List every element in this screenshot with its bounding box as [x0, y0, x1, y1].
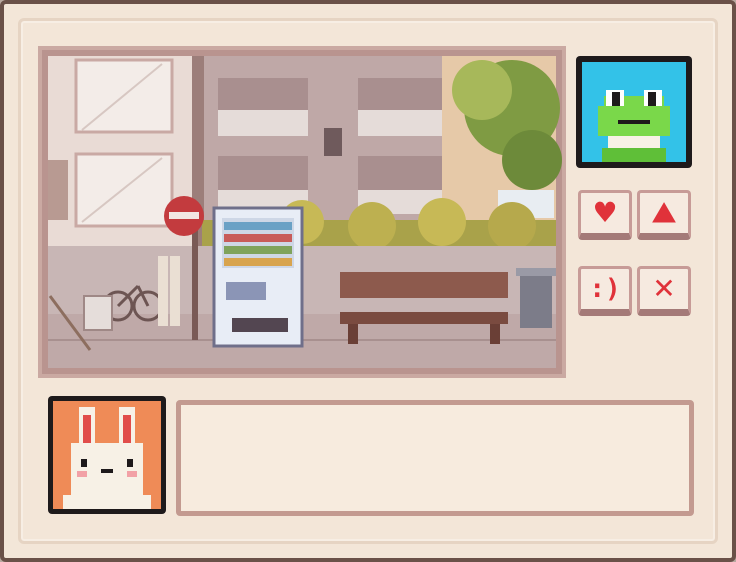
frog-face-icon: [598, 90, 670, 162]
smile-button[interactable]: :): [578, 266, 632, 316]
heart-icon: ♥: [592, 196, 618, 229]
smile-icon: :): [589, 274, 621, 304]
portrait-screen: [582, 62, 686, 162]
close-icon: ✕: [652, 272, 676, 305]
speaker-portrait: [48, 396, 166, 514]
scene-view: [42, 50, 562, 374]
speaker-screen: [53, 401, 161, 509]
scene-button[interactable]: ⛰: [637, 190, 691, 240]
game-window-frame: ♥ ⛰ :) ✕: [0, 0, 736, 562]
scene-illustration: [48, 56, 562, 368]
rabbit-face-icon: [63, 407, 151, 509]
heart-button[interactable]: ♥: [578, 190, 632, 240]
character-portrait: [576, 56, 692, 168]
dialog-box: [176, 400, 694, 516]
mountain-icon: ⛰: [652, 196, 676, 229]
close-button[interactable]: ✕: [637, 266, 691, 316]
